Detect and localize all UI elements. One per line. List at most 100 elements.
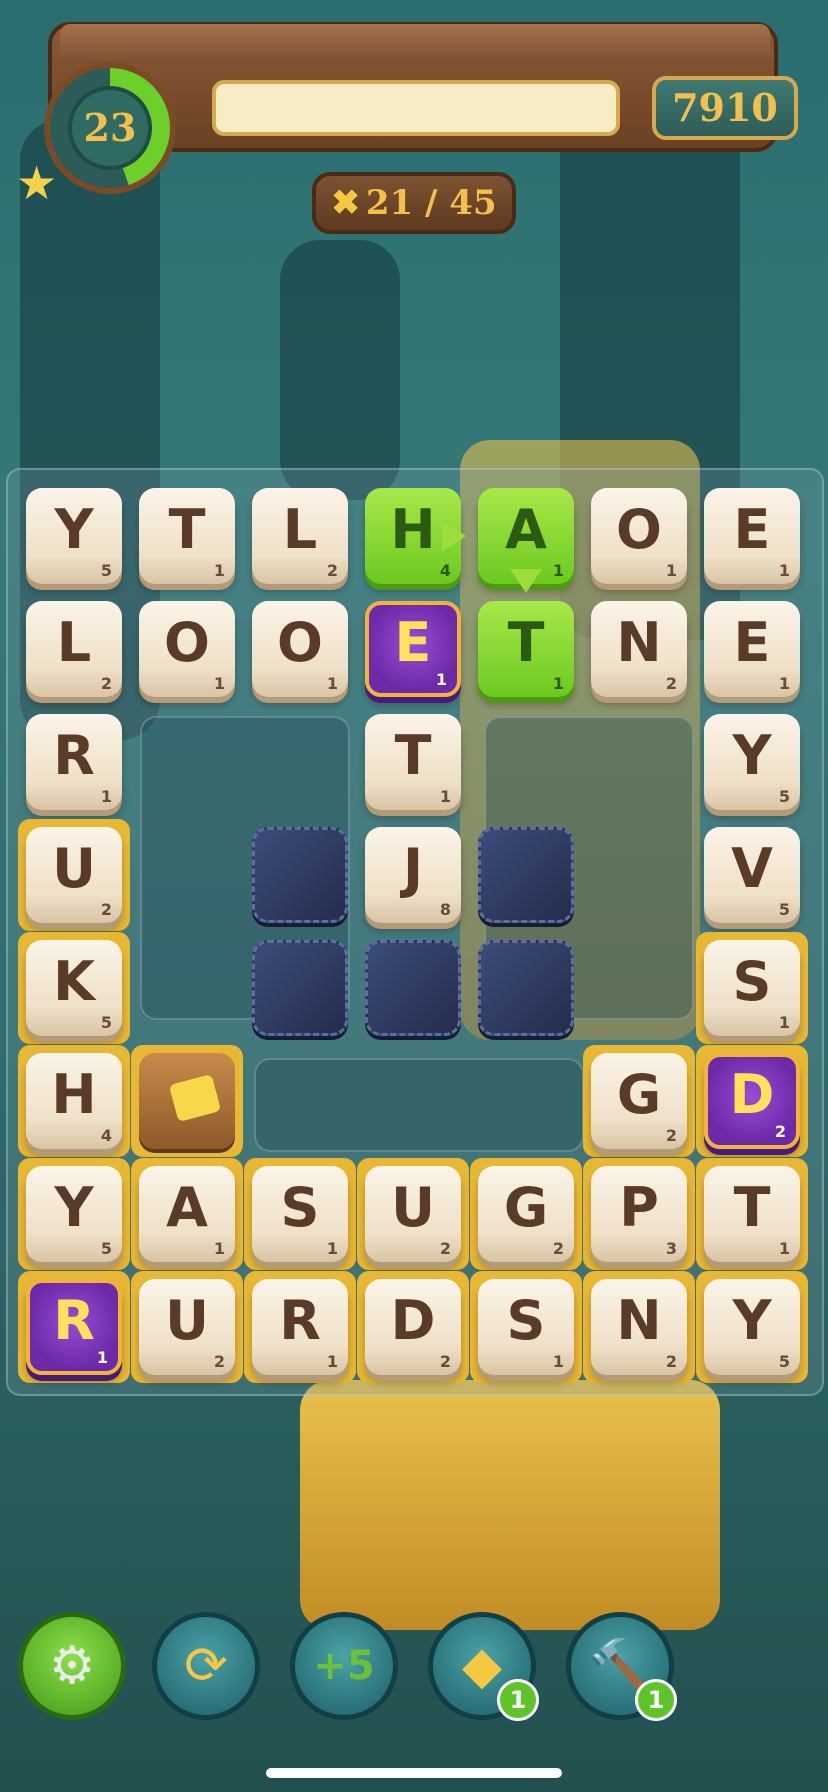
letter-tile[interactable]: V5	[704, 827, 800, 923]
letter-tile[interactable]: O1	[252, 601, 348, 697]
tile-score: 2	[326, 561, 338, 580]
plus-five-button[interactable]: +5	[290, 1612, 398, 1720]
board-cell	[470, 932, 582, 1044]
tile-letter: T	[507, 611, 545, 674]
tile-letter: N	[616, 1289, 662, 1352]
tile-score: 2	[439, 1352, 451, 1371]
tile-letter: E	[733, 611, 771, 674]
letter-tile[interactable]: T1	[704, 1166, 800, 1262]
board-cell: O1	[244, 593, 356, 705]
score-display: 7910	[652, 76, 798, 140]
tile-letter: E	[394, 611, 432, 674]
special-tile-button[interactable]: ◆ 1	[428, 1612, 539, 1721]
letter-tile[interactable]: Y5	[26, 488, 122, 584]
shuffle-button[interactable]: ⟳	[152, 1612, 260, 1720]
tile-score: 1	[326, 1352, 338, 1371]
letter-tile[interactable]: G2	[591, 1053, 687, 1149]
mouse-trap-blocker[interactable]	[139, 1053, 235, 1149]
board-cell: O1	[131, 593, 243, 705]
letter-tile[interactable]: N2	[591, 1279, 687, 1375]
board-cell: E1	[357, 593, 469, 705]
tile-score: 4	[100, 1126, 112, 1145]
tile-score: 1	[326, 674, 338, 693]
board-cell: R1	[18, 1271, 130, 1383]
letter-tile[interactable]: O1	[139, 601, 235, 697]
letter-tile[interactable]: O1	[591, 488, 687, 584]
rock-blocker[interactable]	[252, 827, 348, 923]
letter-tile[interactable]: R1	[26, 714, 122, 810]
board-cell: S1	[244, 1158, 356, 1270]
board-cell: R1	[18, 706, 130, 818]
board-cell	[244, 819, 356, 931]
letter-tile[interactable]: T1	[478, 601, 574, 697]
tile-score: 1	[213, 674, 225, 693]
tile-score: 1	[778, 561, 790, 580]
tile-letter: R	[279, 1289, 321, 1352]
tile-letter: D	[729, 1063, 775, 1126]
board-cell: T1	[357, 706, 469, 818]
tile-score: 1	[96, 1348, 108, 1367]
letter-tile[interactable]: S1	[252, 1166, 348, 1262]
letter-tile[interactable]: E1	[365, 601, 461, 697]
letter-tile[interactable]: U2	[139, 1279, 235, 1375]
board-cell: Y5	[696, 1271, 808, 1383]
board-cell	[357, 932, 469, 1044]
shuffle-icon: ⟳	[184, 1636, 228, 1696]
letter-tile[interactable]: H4	[26, 1053, 122, 1149]
board-cell: Y5	[18, 1158, 130, 1270]
tile-score: 1	[552, 674, 564, 693]
tile-letter: O	[164, 611, 210, 674]
letter-tile[interactable]: G2	[478, 1166, 574, 1262]
letter-tile[interactable]: Y5	[704, 714, 800, 810]
tile-score: 5	[100, 561, 112, 580]
tile-letter: O	[277, 611, 323, 674]
letter-tile[interactable]: L2	[26, 601, 122, 697]
letter-tile[interactable]: K5	[26, 940, 122, 1036]
background-idol-statue	[300, 1380, 720, 1630]
tile-letter: R	[53, 724, 95, 787]
letter-tile[interactable]: Y5	[704, 1279, 800, 1375]
letter-tile[interactable]: T1	[139, 488, 235, 584]
background-tree	[280, 240, 400, 500]
rock-blocker[interactable]	[478, 827, 574, 923]
letter-tile[interactable]: J8	[365, 827, 461, 923]
header-plank	[60, 24, 770, 64]
rock-blocker[interactable]	[478, 940, 574, 1036]
rock-blocker[interactable]	[365, 940, 461, 1036]
letter-tile[interactable]: A1	[139, 1166, 235, 1262]
letter-tile[interactable]: P3	[591, 1166, 687, 1262]
tile-score: 5	[778, 900, 790, 919]
letter-tile[interactable]: D2	[365, 1279, 461, 1375]
letter-tile[interactable]: S1	[478, 1279, 574, 1375]
letter-tile[interactable]: D2	[704, 1053, 800, 1149]
letter-tile[interactable]: R1	[252, 1279, 348, 1375]
level-progress-bar	[212, 80, 620, 136]
tile-score: 1	[665, 561, 677, 580]
tile-score: 5	[778, 787, 790, 806]
letter-tile[interactable]: E1	[704, 601, 800, 697]
settings-button[interactable]: ⚙	[18, 1612, 126, 1720]
tile-letter: U	[165, 1289, 209, 1352]
board-cell: S1	[470, 1271, 582, 1383]
tile-letter: J	[402, 837, 424, 900]
letter-tile[interactable]: R1	[26, 1279, 122, 1375]
board-cell: E1	[696, 593, 808, 705]
board-cell: E1	[696, 480, 808, 592]
letter-tile[interactable]: L2	[252, 488, 348, 584]
letter-tile[interactable]: N2	[591, 601, 687, 697]
letter-tile[interactable]: T1	[365, 714, 461, 810]
letter-tile[interactable]: S1	[704, 940, 800, 1036]
letter-tile[interactable]: U2	[365, 1166, 461, 1262]
tile-letter: O	[616, 498, 662, 561]
hammer-button[interactable]: 🔨 1	[566, 1612, 677, 1721]
letter-tile[interactable]: E1	[704, 488, 800, 584]
powerup-count-badge: 1	[497, 1679, 539, 1721]
tile-letter: R	[53, 1289, 95, 1352]
letter-tile[interactable]: U2	[26, 827, 122, 923]
level-ring: 23	[44, 62, 176, 194]
letter-tile[interactable]: Y5	[26, 1166, 122, 1262]
tile-letter: T	[733, 1176, 771, 1239]
tile-score: 2	[665, 1126, 677, 1145]
rock-blocker[interactable]	[252, 940, 348, 1036]
tile-score: 2	[100, 900, 112, 919]
